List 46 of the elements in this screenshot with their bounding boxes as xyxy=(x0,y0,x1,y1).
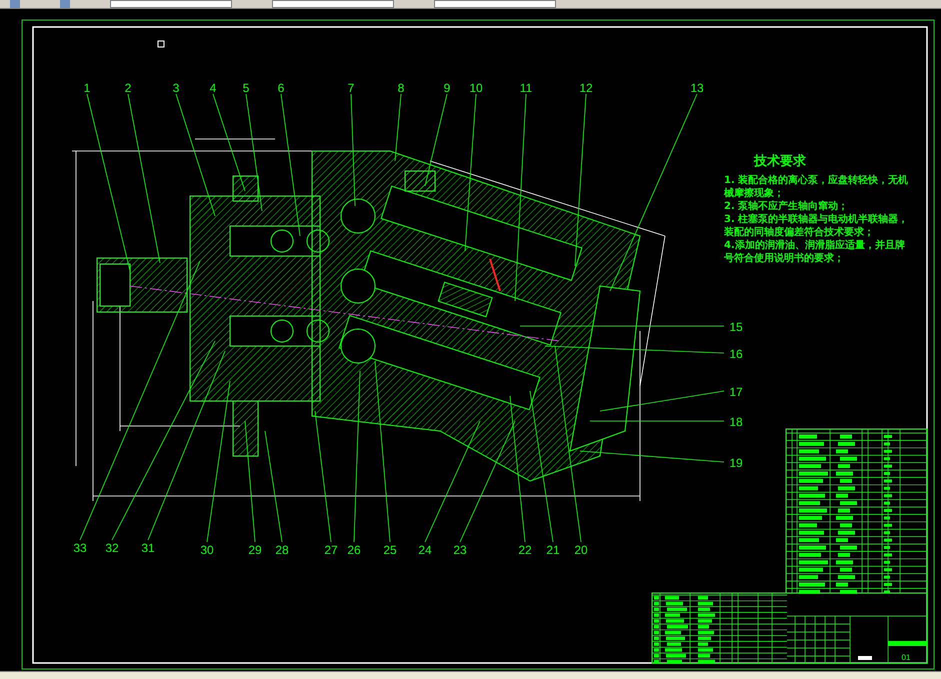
linetype-dropdown[interactable] xyxy=(434,0,556,8)
part-number-label: 20 xyxy=(574,543,588,557)
part-number-label: 11 xyxy=(520,81,532,95)
requirement-text: 装配的同轴度偏差符合技术要求； xyxy=(724,226,874,239)
part-number-label: 28 xyxy=(275,543,289,557)
part-number-label: 18 xyxy=(729,415,743,429)
color-dropdown[interactable] xyxy=(272,0,394,8)
part-number-label: 2 xyxy=(124,81,132,95)
drawing-number: 01 xyxy=(902,653,910,662)
part-number-label: 19 xyxy=(729,456,743,470)
part-number-label: 10 xyxy=(469,81,483,95)
part-number-label: 12 xyxy=(579,81,593,95)
part-number-label: 16 xyxy=(729,347,743,361)
part-number-label: 1 xyxy=(84,81,90,95)
part-number-label: 21 xyxy=(546,543,560,557)
part-number-label: 26 xyxy=(347,543,361,557)
part-number-label: 23 xyxy=(453,543,467,557)
requirement-text: 3. 柱塞泵的半联轴器与电动机半联轴器， xyxy=(724,213,908,226)
part-number-label: 8 xyxy=(398,81,404,95)
part-number-label: 3 xyxy=(172,81,180,95)
part-number-label: 4 xyxy=(210,81,216,95)
requirement-text: 4.添加的润滑油、润滑脂应适量，并且牌 xyxy=(724,239,905,252)
part-number-label: 25 xyxy=(383,543,397,557)
technical-requirements-title: 技术要求 xyxy=(754,155,806,168)
part-number-label: 31 xyxy=(141,541,155,555)
part-number-label: 13 xyxy=(690,81,704,95)
part-number-label: 27 xyxy=(324,543,338,557)
requirement-text: 号符合使用说明书的要求； xyxy=(724,252,844,265)
part-number-label: 33 xyxy=(73,541,87,555)
leader-line xyxy=(394,94,402,162)
part-number-label: 9 xyxy=(444,81,450,95)
part-number-label: 22 xyxy=(518,543,532,557)
cursor-box-icon xyxy=(158,40,164,48)
requirement-text: 械摩擦现象； xyxy=(724,187,784,200)
part-number-label: 15 xyxy=(729,320,743,334)
part-number-label: 24 xyxy=(418,543,432,557)
part-number-label: 32 xyxy=(105,541,119,555)
requirement-text: 2. 泵轴不应产生轴向窜动； xyxy=(724,200,848,213)
part-number-label: 30 xyxy=(200,543,214,557)
requirement-text: 1. 装配合格的离心泵，应盘转轻快，无机 xyxy=(724,174,908,187)
part-number-label: 7 xyxy=(348,81,354,95)
part-number-label: 29 xyxy=(248,543,262,557)
part-number-label: 17 xyxy=(729,385,743,399)
layer-dropdown[interactable] xyxy=(110,0,232,8)
part-number-label: 6 xyxy=(278,81,284,95)
part-number-label: 5 xyxy=(242,81,250,95)
